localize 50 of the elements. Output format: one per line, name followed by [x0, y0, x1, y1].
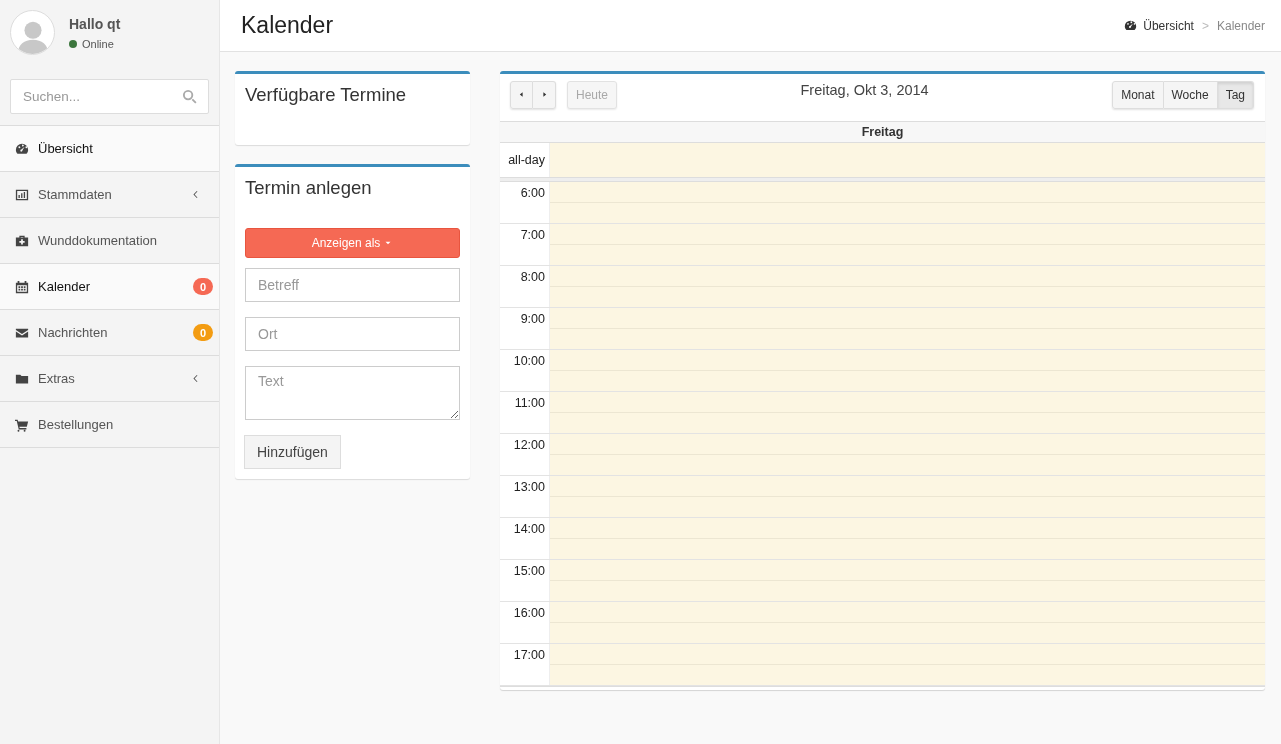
bar-chart-icon — [15, 187, 29, 202]
view-tab[interactable]: Tag — [1217, 80, 1254, 109]
cart-icon — [15, 417, 29, 432]
search-field[interactable]: Suchen... — [10, 79, 209, 114]
calendar-title: Freitag, Okt 3, 2014 — [799, 82, 930, 98]
time-slot[interactable] — [550, 560, 1265, 601]
medkit-icon — [15, 233, 29, 248]
time-slot[interactable] — [550, 350, 1265, 391]
breadcrumb-separator: > — [1200, 18, 1210, 33]
day-header: Freitag — [500, 122, 1265, 143]
count-badge: 0 — [193, 324, 213, 341]
time-slot[interactable] — [550, 518, 1265, 559]
all-day-slot[interactable] — [550, 143, 1265, 177]
time-slot[interactable] — [550, 434, 1265, 475]
calendar-icon — [15, 279, 29, 294]
text-area[interactable]: Text — [245, 366, 460, 420]
left-triangle-icon — [517, 90, 526, 99]
view-tab[interactable]: Woche — [1163, 80, 1218, 109]
sidebar-item[interactable]: Nachrichten 0 — [0, 310, 219, 356]
avatar-icon — [10, 10, 55, 55]
time-slot[interactable] — [550, 308, 1265, 349]
sidebar-item[interactable]: Übersicht — [0, 126, 219, 172]
sidebar-item[interactable]: Bestellungen — [0, 402, 219, 448]
input-field[interactable]: Ort — [245, 317, 460, 351]
dashboard-icon — [15, 141, 29, 156]
sidebar-item[interactable]: Extras — [0, 356, 219, 402]
view-tab[interactable]: Monat — [1112, 80, 1164, 109]
card-title: Verfügbare Termine — [245, 84, 408, 106]
time-slot[interactable] — [550, 644, 1265, 685]
input-field[interactable]: Betreff — [245, 268, 460, 302]
time-slot[interactable] — [550, 392, 1265, 433]
sidebar-item[interactable]: Stammdaten — [0, 172, 219, 218]
time-slot[interactable] — [550, 224, 1265, 265]
add-button[interactable]: Hinzufügen — [244, 435, 341, 469]
user-status: Online — [82, 37, 114, 50]
card-title: Termin anlegen — [245, 177, 373, 199]
previous-button[interactable] — [510, 80, 533, 109]
sidebar-item[interactable]: Kalender 0 — [0, 264, 219, 310]
breadcrumb-link[interactable]: Übersicht — [1143, 18, 1194, 33]
search-icon — [182, 89, 197, 104]
count-badge: 0 — [193, 278, 213, 295]
breadcrumb-current: Kalender — [1216, 18, 1265, 33]
page-title: Kalender — [241, 12, 334, 39]
time-slot[interactable] — [550, 602, 1265, 643]
next-button[interactable] — [533, 80, 556, 109]
time-slot[interactable] — [550, 182, 1265, 223]
time-slot[interactable] — [550, 266, 1265, 307]
user-greeting: Hallo qt — [69, 15, 121, 32]
time-slot[interactable] — [550, 476, 1265, 517]
dashboard-icon — [1124, 19, 1138, 32]
